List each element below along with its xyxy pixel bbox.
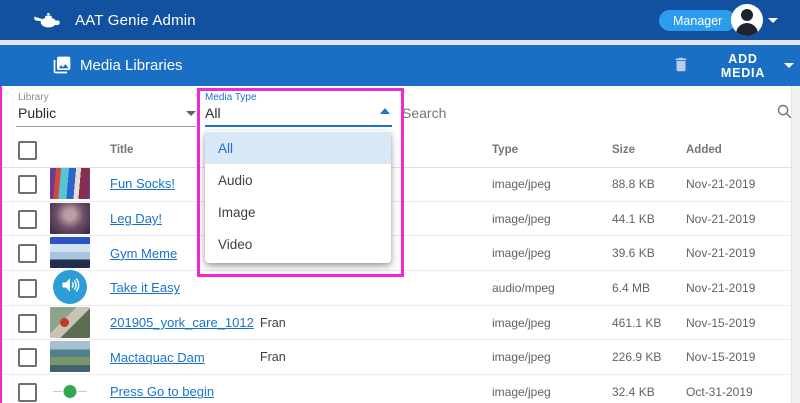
media-type-option-audio[interactable]: Audio (205, 164, 391, 196)
media-thumbnail[interactable] (53, 270, 87, 304)
column-header-size[interactable]: Size (612, 132, 635, 167)
media-thumbnail[interactable] (50, 307, 90, 338)
media-type-filter-label: Media Type (205, 92, 257, 103)
media-title-link[interactable]: Fun Socks! (110, 176, 175, 191)
media-size: 226.9 KB (612, 340, 661, 374)
speaker-icon (60, 275, 80, 300)
media-size: 88.8 KB (612, 167, 655, 201)
media-type-filter-value[interactable]: All (205, 105, 221, 121)
table-header: Title Type Size Added (0, 132, 791, 168)
table-row: Take it Easy audio/mpeg 6.4 MB Nov-21-20… (0, 271, 791, 306)
search-input[interactable] (400, 104, 764, 122)
page-title: Media Libraries (80, 45, 183, 86)
user-avatar[interactable] (731, 4, 763, 36)
row-checkbox[interactable] (18, 175, 37, 194)
select-all-checkbox[interactable] (18, 141, 37, 160)
media-added-date: Nov-15-2019 (686, 340, 755, 374)
media-added-date: Nov-15-2019 (686, 306, 755, 340)
user-menu-chevron-down-icon[interactable] (768, 18, 778, 23)
row-checkbox[interactable] (18, 383, 37, 402)
media-added-date: Nov-21-2019 (686, 271, 755, 305)
media-type-option-all[interactable]: All (205, 132, 391, 164)
delete-selected-button[interactable] (670, 54, 692, 78)
media-title-link[interactable]: Gym Meme (110, 246, 177, 261)
row-checkbox[interactable] (18, 348, 37, 367)
library-underline (16, 126, 196, 127)
manager-role-button[interactable]: Manager (659, 10, 736, 31)
row-checkbox[interactable] (18, 279, 37, 298)
media-library-icon (52, 55, 72, 80)
table-row: Gym Meme image/jpeg 39.6 KB Nov-21-2019 (0, 236, 791, 271)
media-type-underline (205, 125, 392, 127)
media-thumbnail[interactable] (50, 168, 90, 199)
media-type: image/jpeg (492, 167, 551, 201)
media-thumbnail[interactable] (50, 203, 90, 234)
table-row: Fun Socks! image/jpeg 88.8 KB Nov-21-201… (0, 167, 791, 202)
media-owner: Fran (260, 340, 286, 374)
annotation-left-stripe (0, 86, 2, 403)
media-type: image/jpeg (492, 375, 551, 403)
add-media-label: ADD MEDIA (709, 52, 777, 80)
trash-icon (672, 54, 690, 75)
media-size: 39.6 KB (612, 236, 655, 270)
table-body: Fun Socks! image/jpeg 88.8 KB Nov-21-201… (0, 167, 791, 403)
media-type: audio/mpeg (492, 271, 555, 305)
column-header-title[interactable]: Title (110, 132, 133, 167)
app-title: AAT Genie Admin (75, 0, 196, 40)
column-header-type[interactable]: Type (492, 132, 518, 167)
library-chevron-down-icon[interactable] (186, 111, 196, 116)
media-type-chevron-up-icon[interactable] (380, 108, 390, 114)
library-filter-value[interactable]: Public (18, 105, 56, 121)
media-title-link[interactable]: Mactaquac Dam (110, 350, 205, 365)
row-checkbox[interactable] (18, 244, 37, 263)
media-libraries-page: AAT Genie Admin Manager Media Libraries … (0, 0, 800, 403)
media-type-dropdown: All Audio Image Video (205, 131, 391, 263)
table-row: Press Go to begin image/jpeg 32.4 KB Oct… (0, 375, 791, 403)
media-type-option-image[interactable]: Image (205, 196, 391, 228)
media-thumbnail[interactable] (50, 237, 90, 268)
media-thumbnail[interactable] (50, 376, 90, 403)
media-owner: Fran (260, 306, 286, 340)
media-added-date: Nov-21-2019 (686, 236, 755, 270)
media-added-date: Oct-31-2019 (686, 375, 753, 403)
table-row: Leg Day! image/jpeg 44.1 KB Nov-21-2019 (0, 202, 791, 237)
table-row: Mactaquac Dam Fran image/jpeg 226.9 KB N… (0, 340, 791, 375)
media-title-link[interactable]: 201905_york_care_1012 (110, 315, 254, 330)
add-media-button[interactable]: ADD MEDIA (703, 45, 800, 86)
genie-lamp-icon (34, 11, 61, 34)
row-checkbox[interactable] (18, 210, 37, 229)
media-added-date: Nov-21-2019 (686, 202, 755, 236)
media-type: image/jpeg (492, 236, 551, 270)
table-row: 201905_york_care_1012 Fran image/jpeg 46… (0, 306, 791, 341)
media-size: 44.1 KB (612, 202, 655, 236)
add-media-chevron-down-icon (784, 63, 794, 68)
media-type-option-video[interactable]: Video (205, 228, 391, 260)
media-size: 32.4 KB (612, 375, 655, 403)
library-filter-label: Library (18, 92, 49, 103)
media-title-link[interactable]: Take it Easy (110, 280, 180, 295)
media-type: image/jpeg (492, 306, 551, 340)
column-header-added[interactable]: Added (686, 132, 722, 167)
media-thumbnail[interactable] (50, 341, 90, 372)
media-added-date: Nov-21-2019 (686, 167, 755, 201)
media-title-link[interactable]: Leg Day! (110, 211, 162, 226)
media-size: 461.1 KB (612, 306, 661, 340)
media-title-link[interactable]: Press Go to begin (110, 384, 214, 399)
media-type: image/jpeg (492, 340, 551, 374)
vertical-scrollbar[interactable] (791, 86, 800, 403)
media-type: image/jpeg (492, 202, 551, 236)
media-size: 6.4 MB (612, 271, 650, 305)
row-checkbox[interactable] (18, 314, 37, 333)
